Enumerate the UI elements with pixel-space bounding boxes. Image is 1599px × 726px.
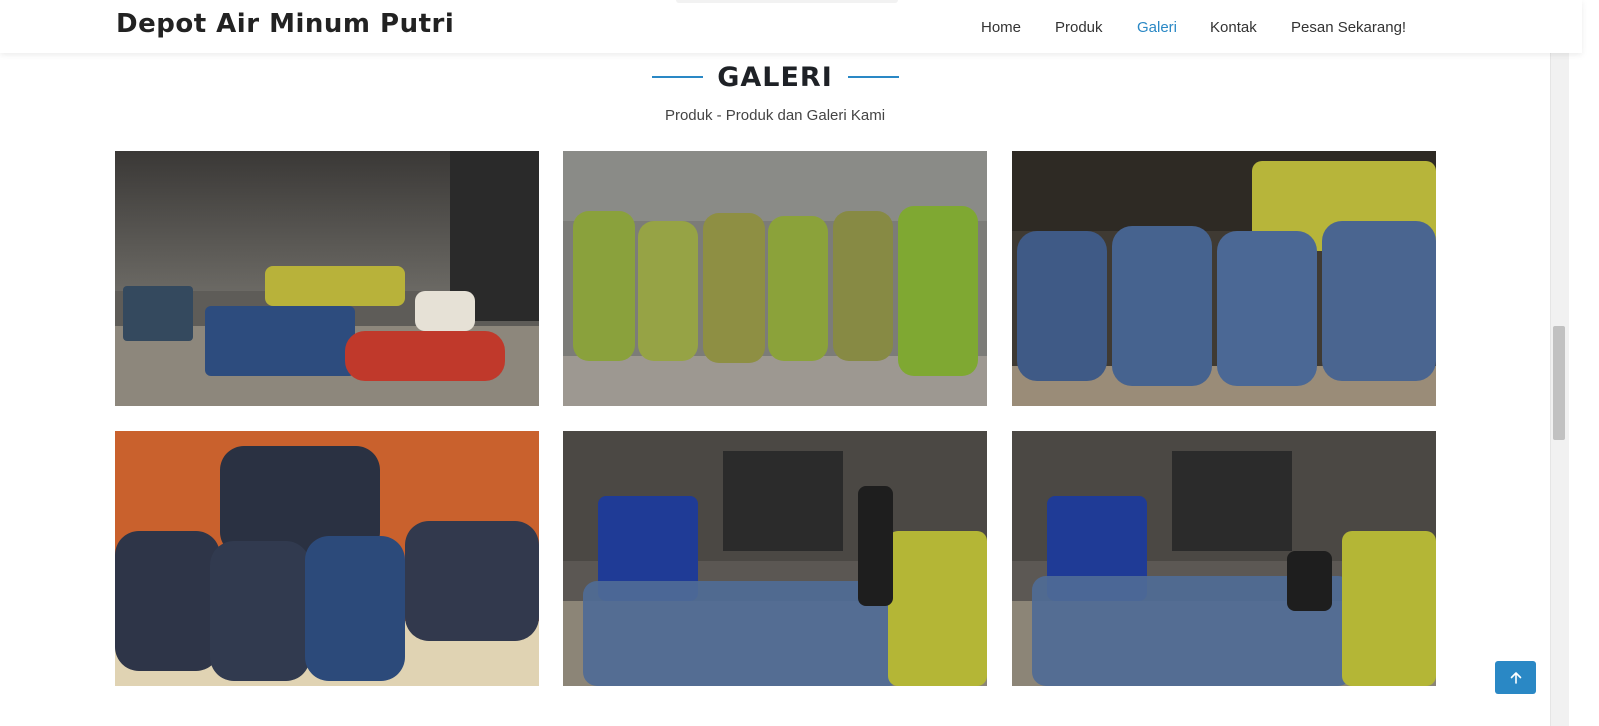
gallery-photo-4[interactable] xyxy=(115,431,539,686)
right-margin xyxy=(1569,0,1599,726)
nav-produk[interactable]: Produk xyxy=(1055,19,1103,36)
top-navbar: Depot Air Minum Putri Home Produk Galeri… xyxy=(0,0,1582,53)
top-overlay-tab xyxy=(676,0,898,3)
nav-galeri[interactable]: Galeri xyxy=(1137,19,1177,36)
main-nav: Home Produk Galeri Kontak Pesan Sekarang… xyxy=(0,19,1582,39)
section-title: GALERI xyxy=(717,62,833,93)
nav-kontak[interactable]: Kontak xyxy=(1210,19,1257,36)
gallery-photo-3[interactable] xyxy=(1012,151,1436,406)
nav-pesan-sekarang[interactable]: Pesan Sekarang! xyxy=(1291,19,1406,36)
gallery-photo-5[interactable] xyxy=(563,431,987,686)
section-subtitle: Produk - Produk dan Galeri Kami xyxy=(664,107,886,124)
arrow-up-icon xyxy=(1510,671,1521,684)
back-to-top-button[interactable] xyxy=(1495,661,1536,694)
gallery-photo-1[interactable] xyxy=(115,151,539,406)
page-scrollbar-thumb[interactable] xyxy=(1553,326,1565,440)
title-line-right xyxy=(848,76,899,78)
gallery-photo-2[interactable] xyxy=(563,151,987,406)
gallery-photo-6[interactable] xyxy=(1012,431,1436,686)
nav-home[interactable]: Home xyxy=(981,19,1021,36)
